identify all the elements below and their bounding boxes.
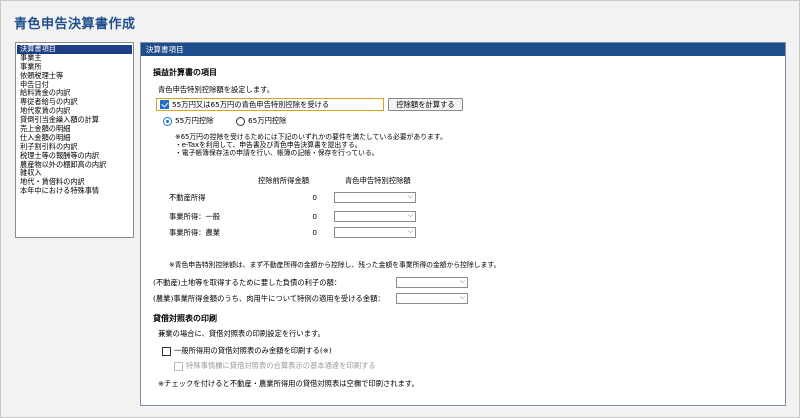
profit-section-desc: 青色申告特別控除額を設定します。 [158,85,275,94]
beef-label: (農業)事業所得金額のうち、肉用牛について特例の適用を受ける金額： [153,294,385,303]
row-label-real-estate: 不動産所得 [169,193,206,202]
deduction-select-business-general[interactable]: ⌵ [334,211,416,222]
row-value-real-estate: 0 [312,193,317,202]
blue-deduction-label: 55万円又は65万円の青色申告特別控除を受ける [172,99,330,109]
deduction-order-note: ※青色申告特別控除額は、まず不動産所得の金額から控除し、残った金額を事業所得の金… [169,261,501,269]
beef-select[interactable]: ⌵ [396,293,468,304]
blue-deduction-checkbox-row[interactable]: 55万円又は65万円の青色申告特別控除を受ける [156,98,384,111]
chevron-down-icon: ⌵ [459,277,465,285]
radio-55-option[interactable]: 55万円控除 [163,116,213,126]
blue-deduction-checkbox[interactable] [160,100,169,109]
row-value-business-agri: 0 [312,228,317,237]
chevron-down-icon: ⌵ [459,293,465,301]
requirement-note-3: ・電子帳簿保存法の申請を行い、帳簿の記帳・保存を行っている。 [175,149,379,157]
radio-65-option[interactable]: 65万円控除 [236,116,286,126]
radio-55-button[interactable] [163,116,172,126]
interest-select[interactable]: ⌵ [396,277,468,288]
radio-65-button[interactable] [236,116,245,126]
balance-section-desc: 兼業の場合に、貸借対照表の印刷設定を行います。 [158,329,325,338]
deduction-select-business-agri[interactable]: ⌵ [334,227,416,238]
combined-notice-checkbox[interactable] [174,361,183,371]
chevron-down-icon: ⌵ [407,211,413,219]
row-label-business-general: 事業所得：一般 [169,212,221,221]
combined-notice-label: 特殊事情欄に貸借対照表の合算表示の基本通達を印刷する [186,361,376,370]
profit-section-title: 損益計算書の項目 [153,68,217,77]
radio-55-label: 55万円控除 [175,116,214,125]
section-list-item[interactable]: 本年中における特殊事情 [16,186,133,196]
app-window: 青色申告決算書作成 決算書項目 事業主 事業所 依頼税理士等 申告日付 給料賃金の内訳 専従… [0,0,800,418]
col-header-deduction: 青色申告特別控除額 [345,176,411,185]
settings-panel: 決算書項目 損益計算書の項目 青色申告特別控除額を設定します。 55万円又は65… [140,42,786,406]
row-value-business-general: 0 [312,212,317,221]
interest-label: (不動産)土地等を取得するために要した負債の利子の額： [153,278,342,287]
page-title: 青色申告決算書作成 [14,17,136,32]
col-header-before-deduction: 控除前所得金額 [258,176,310,185]
radio-65-label: 65万円控除 [248,116,287,125]
general-only-label: 一般所得用の貸借対照表のみ金額を印刷する(※) [174,346,332,355]
panel-header: 決算書項目 [141,43,785,56]
deduction-select-real-estate[interactable]: ⌵ [334,192,416,203]
section-list[interactable]: 決算書項目 事業主 事業所 依頼税理士等 申告日付 給料賃金の内訳 専従者給与の内訳 地代家賃… [15,42,134,238]
row-label-business-agri: 事業所得：農業 [169,228,221,237]
general-only-checkbox-row[interactable]: 一般所得用の貸借対照表のみ金額を印刷する(※) [162,346,332,356]
chevron-down-icon: ⌵ [407,192,413,200]
balance-section-title: 貸借対照表の印刷 [153,314,217,323]
calculate-deduction-button[interactable]: 控除額を計算する [388,98,463,111]
general-only-checkbox[interactable] [162,346,171,356]
balance-note: ※チェックを付けると不動産・農業所得用の貸借対照表は空欄で印刷されます。 [158,379,419,388]
chevron-down-icon: ⌵ [407,227,413,235]
combined-notice-checkbox-row[interactable]: 特殊事情欄に貸借対照表の合算表示の基本通達を印刷する [174,361,376,371]
